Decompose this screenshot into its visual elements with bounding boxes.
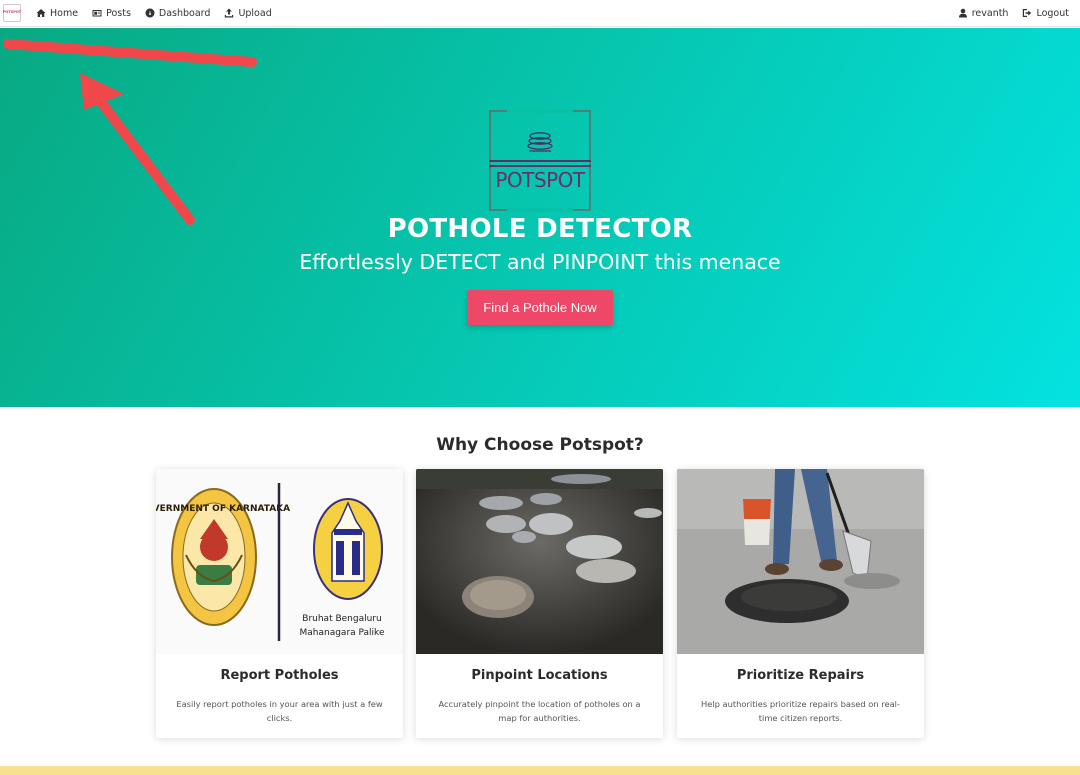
home-icon	[36, 9, 46, 17]
card-title: Prioritize Repairs	[736, 668, 865, 683]
user-icon	[958, 8, 967, 18]
potholes-road-image	[416, 469, 663, 654]
logout-icon	[1023, 9, 1032, 17]
card-title: Report Potholes	[220, 668, 339, 683]
feature-card-pinpoint[interactable]: Pinpoint Locations Accurately pinpoint t…	[416, 469, 663, 738]
road-stack-icon	[527, 132, 553, 152]
posts-icon	[92, 10, 102, 17]
nav-posts-label: Posts	[106, 7, 131, 19]
top-navbar: POTSPOT Home Posts Dashboard Upload reva…	[0, 0, 1080, 27]
nav-logo-text: POTSPOT	[2, 10, 22, 15]
nav-home-label: Home	[50, 7, 79, 19]
card-description: Accurately pinpoint the location of poth…	[438, 699, 641, 723]
card-description: Help authorities prioritize repairs base…	[701, 699, 900, 723]
features-title: Why Choose Potspot?	[436, 435, 644, 455]
nav-links: Home Posts Dashboard Upload	[29, 0, 279, 27]
nav-logout-link[interactable]: Logout	[1015, 0, 1076, 27]
nav-username: revanth	[971, 7, 1009, 19]
road-repair-image	[677, 469, 924, 654]
nav-posts-link[interactable]: Posts	[85, 0, 138, 27]
next-section-band	[0, 766, 1080, 775]
nav-user-link[interactable]: revanth	[951, 0, 1016, 27]
feature-card-report[interactable]: GOVERNMENT OF KARNATAKA Bruhat Bengaluru…	[156, 469, 403, 738]
feature-card-prioritize[interactable]: Prioritize Repairs Help authorities prio…	[677, 469, 924, 738]
nav-dashboard-label: Dashboard	[158, 7, 211, 19]
nav-upload-label: Upload	[238, 7, 272, 19]
find-pothole-button[interactable]: Find a Pothole Now	[467, 290, 613, 325]
emblem-gov-text: GOVERNMENT OF KARNATAKA	[156, 504, 290, 514]
nav-dashboard-link[interactable]: Dashboard	[138, 0, 218, 27]
potspot-logo: POTSPOT	[489, 109, 591, 212]
card-description: Easily report potholes in your area with…	[176, 699, 383, 723]
bbmp-text-line2: Mahanagara Palike	[300, 628, 385, 638]
nav-upload-link[interactable]: Upload	[217, 0, 278, 27]
emblems-image: GOVERNMENT OF KARNATAKA Bruhat Bengaluru…	[156, 469, 403, 654]
hero-title: POTHOLE DETECTOR	[387, 214, 693, 244]
card-title: Pinpoint Locations	[471, 668, 608, 683]
nav-logout-label: Logout	[1036, 7, 1069, 19]
nav-user-area: revanth Logout	[951, 0, 1076, 27]
dashboard-icon	[145, 8, 155, 18]
red-arrow-annotation	[3, 39, 257, 225]
upload-icon	[225, 8, 234, 18]
hero-subtitle: Effortlessly DETECT and PINPOINT this me…	[299, 250, 781, 274]
logo-wordmark: POTSPOT	[495, 168, 585, 192]
nav-logo[interactable]: POTSPOT	[3, 4, 21, 22]
nav-home-link[interactable]: Home	[29, 0, 85, 27]
bbmp-text-line1: Bruhat Bengaluru	[302, 614, 381, 624]
hero-section: POTSPOT POTHOLE DETECTOR Effortlessly DE…	[0, 28, 1080, 407]
